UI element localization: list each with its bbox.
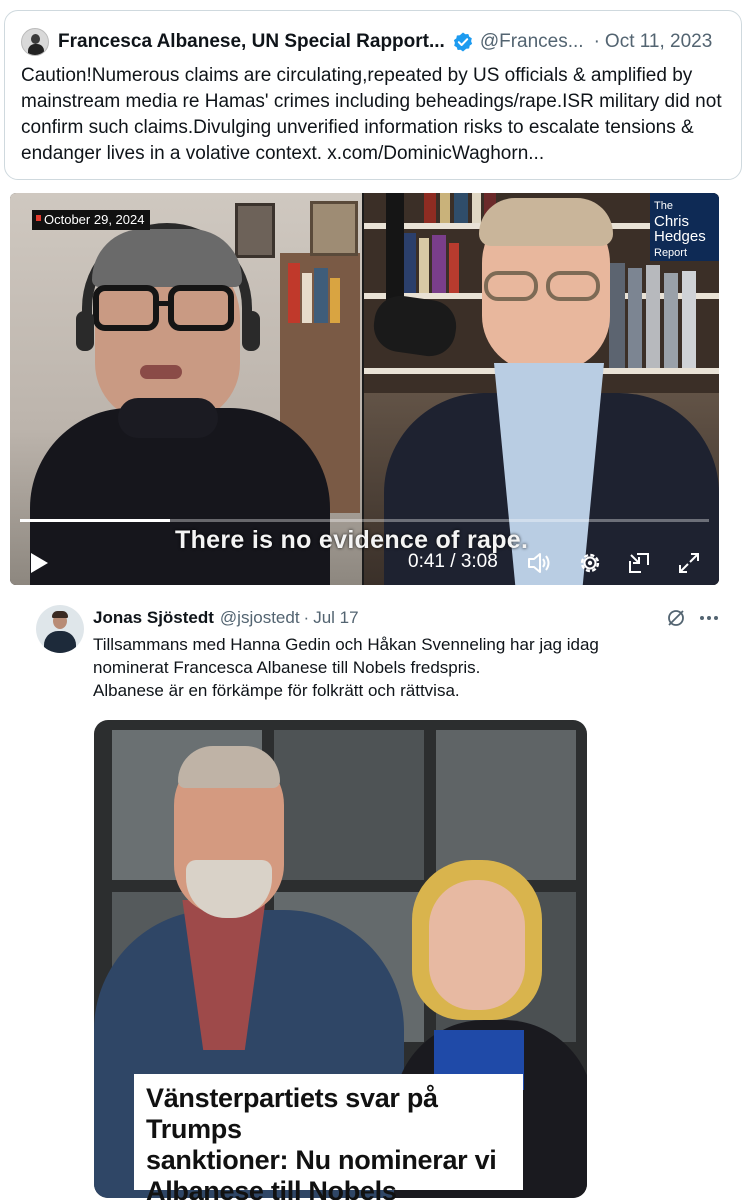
author-handle[interactable]: @Frances... — [480, 31, 584, 53]
video-progress-fill — [20, 519, 171, 522]
video-time: 0:41 / 3:08 — [408, 551, 498, 572]
tweet-date[interactable]: Jul 17 — [313, 608, 358, 628]
volume-icon[interactable] — [525, 550, 551, 576]
fullscreen-icon[interactable] — [676, 550, 702, 576]
video-progress-bar[interactable] — [20, 519, 709, 522]
video-date-badge: October 29, 2024 — [32, 210, 151, 230]
image-headline: Vänsterpartiets svar på Trumps sanktione… — [134, 1074, 523, 1200]
avatar[interactable] — [21, 28, 49, 56]
tweet-header: Francesca Albanese, UN Special Rapport..… — [21, 26, 727, 58]
tweet-text-line: Tillsammans med Hanna Gedin och Håkan Sv… — [93, 635, 599, 654]
headline-line: Albanese till Nobels fredspris — [146, 1176, 397, 1200]
settings-gear-icon[interactable] — [577, 550, 603, 576]
separator-dot: · — [593, 31, 600, 52]
verified-badge-icon — [453, 32, 472, 52]
tweet-text-line: Albanese är en förkämpe för folkrätt och… — [93, 681, 460, 700]
tweet-text-line: nominerat Francesca Albanese till Nobels… — [93, 658, 481, 677]
separator-dot: · — [303, 608, 310, 627]
author-name[interactable]: Jonas Sjöstedt — [93, 608, 214, 628]
video-player[interactable]: The Chris Hedges Report October 29, 2024… — [10, 193, 719, 585]
tweet-text: Tillsammans med Hanna Gedin och Håkan Sv… — [93, 633, 713, 702]
video-controls: 0:41 / 3:08 — [10, 545, 719, 581]
tweet-header: Jonas Sjöstedt @jsjostedt · Jul 17 — [93, 606, 729, 630]
headline-line: Vänsterpartiets svar på Trumps — [146, 1083, 438, 1144]
tweet-text: Caution!Numerous claims are circulating,… — [21, 65, 722, 164]
chris-hedges-report-logo: The Chris Hedges Report — [650, 193, 719, 261]
more-options-icon[interactable] — [697, 608, 721, 628]
play-icon[interactable] — [28, 551, 50, 575]
grok-icon[interactable] — [666, 608, 686, 628]
picture-in-picture-icon[interactable] — [626, 550, 652, 576]
tweet-date[interactable]: Oct 11, 2023 — [605, 31, 712, 53]
author-name[interactable]: Francesca Albanese, UN Special Rapport..… — [58, 31, 445, 53]
avatar[interactable] — [36, 605, 84, 653]
headline-line: sanktioner: Nu nominerar vi — [146, 1145, 497, 1175]
quoted-tweet-card[interactable]: Francesca Albanese, UN Special Rapport..… — [4, 10, 742, 180]
author-handle[interactable]: @jsjostedt — [220, 608, 300, 628]
